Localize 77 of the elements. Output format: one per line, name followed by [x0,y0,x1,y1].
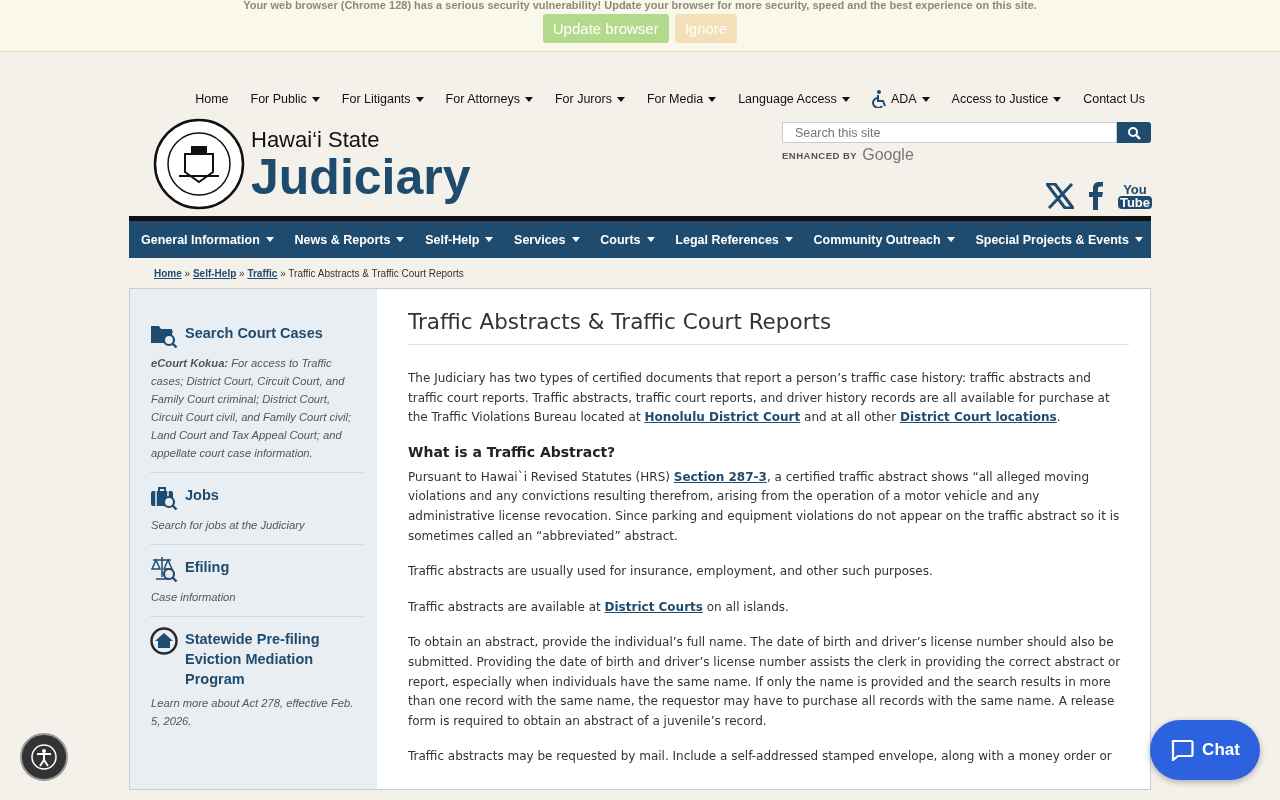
caret-icon [1135,237,1143,242]
caret-icon [524,96,533,102]
caret-icon [841,96,850,102]
paragraph: To obtain an abstract, provide the individual’s full name. The date of birth and driver’s license number should also be submitted. Providing the date of birth and driver’s license number assists the clerk in providing the correct abstract or report, especially when individuals have the same name. If only the name is provided and the search results in more than one record with the same name, the requestor may have to purchase all records with the same name. A release form is required to obtain an abstract of a juvenile’s record. [408,634,1122,730]
breadcrumb-separator: » [239,268,245,279]
breadcrumb-separator: » [184,268,191,279]
top-nav-menu[interactable]: For Litigants [330,90,435,108]
top-nav-menu[interactable]: For Public [239,90,331,108]
enhanced-by-label: ENHANCED BY [782,149,858,161]
sidebar-description: Learn more about Act 278, effective Feb. 5, 2026. [151,696,355,729]
main-nav-menu[interactable]: Courts [600,232,655,247]
text-link[interactable]: District Court locations [899,410,1057,425]
top-nav-menu[interactable]: Access to Justice [940,90,1073,108]
caret-icon [946,237,955,242]
sidebar-link[interactable]: Jobs [185,483,219,505]
main-nav-menu[interactable]: Self-Help [425,232,494,247]
paragraph: Pursuant to Hawai`i Revised Statutes (HRS) Section 287-3, a certified traffic abstract shows “all alleged moving violations and any convictions resulting therefrom, arising from the operation of a motor vehicle and any administrative license revocation. Since parking and equipment violations do not appear on the traffic abstract so it is sometimes called an “abbreviated” abstract. [408,468,1121,545]
sidebar-description: Search for jobs at the Judiciary [151,518,306,533]
paragraph: Traffic abstracts may be requested by mail. Include a self-addressed stamped envelope, along with a money order or [408,748,1113,766]
scales-search-icon [150,555,178,583]
top-nav-menu[interactable]: For Attorneys [434,90,544,108]
search-button[interactable] [1117,122,1151,143]
paragraph: The Judiciary has two types of certified documents that report a person’s traffic case history: traffic abstracts and traffic court reports. Traffic abstracts, traffic court reports, and driver history records are all available for purchase at the Traffic Violations Bureau located at Honolulu District Court and at all other District Court locations. [408,370,1111,427]
caret-icon [485,237,494,242]
breadcrumb-link[interactable]: Home [154,268,182,279]
text-link[interactable]: District Courts [604,599,703,614]
caret-icon [646,237,655,242]
caret-icon [784,237,793,242]
accessibility-icon [30,743,58,771]
text-link[interactable]: Section 287-3 [673,469,767,484]
main-nav-menu[interactable]: Community Outreach [813,232,955,247]
caret-icon [1053,96,1062,102]
caret-icon [708,96,717,102]
caret-icon [571,237,580,242]
sidebar-link[interactable]: Statewide Pre-filing Eviction Mediation Program [185,627,363,689]
main-nav-menu[interactable]: Special Projects & Events [975,232,1143,247]
chat-button[interactable]: Chat [1150,720,1260,780]
paragraph: Traffic abstracts are available at District Courts on all islands. [408,598,790,616]
main-nav-menu[interactable]: Legal References [675,232,793,247]
wheelchair-icon [871,90,886,108]
warning-message: Your web browser (Chrome 128) has a serious security vulnerability! Update your browser for more security, speed and the best experience on this site. [243,0,1037,11]
breadcrumb-link[interactable]: Traffic [247,268,278,279]
google-label: Google [862,146,914,164]
chat-bubble-icon [1170,739,1195,761]
sidebar-description: Case information [151,590,237,605]
main-nav-menu[interactable]: General Information [141,232,274,247]
caret-icon [265,237,274,242]
top-nav-menu[interactable]: For Media [635,90,728,108]
top-nav-menu[interactable]: Language Access [727,90,861,108]
logo-subtitle: Hawai‘i State [251,127,381,153]
breadcrumb-link[interactable]: Self-Help [192,268,237,279]
seal-icon [153,118,245,210]
search-icon [1127,125,1141,140]
top-nav-link[interactable]: Home [184,90,240,108]
top-nav-menu[interactable]: ADA [860,90,941,108]
main-nav-menu[interactable]: Services [514,232,580,247]
caret-icon [396,237,405,242]
house-icon [150,627,178,655]
accessibility-button[interactable] [20,733,68,781]
caret-icon [616,96,625,102]
caret-icon [415,96,424,102]
text-link[interactable]: Honolulu District Court [644,410,801,425]
page-title: Traffic Abstracts & Traffic Court Reports [408,309,1129,345]
x-icon[interactable] [1045,183,1074,209]
breadcrumb-separator: » [280,268,286,279]
main-nav-menu[interactable]: News & Reports [294,232,405,247]
paragraph: Traffic abstracts are usually used for insurance, employment, and other such purposes. [408,563,934,581]
sidebar-link[interactable]: Search Court Cases [185,321,323,343]
top-nav-link[interactable]: Contact Us [1072,90,1151,108]
caret-icon [921,96,930,102]
sidebar-description: eCourt Kokua: For access to Traffic cases; District Court, Circuit Court, and Family Court criminal; District Court, Circuit Court civil, and Family Court civil; Land Court and Tax Appeal Court; and appellate court case information. [151,356,353,461]
caret-icon [311,96,320,102]
facebook-icon[interactable] [1087,182,1104,210]
section-heading: What is a Traffic Abstract? [408,443,617,460]
top-nav-menu[interactable]: For Jurors [543,90,636,108]
breadcrumb-current: Traffic Abstracts & Traffic Court Reports [288,268,464,279]
sidebar-link[interactable]: Efiling [185,555,230,577]
